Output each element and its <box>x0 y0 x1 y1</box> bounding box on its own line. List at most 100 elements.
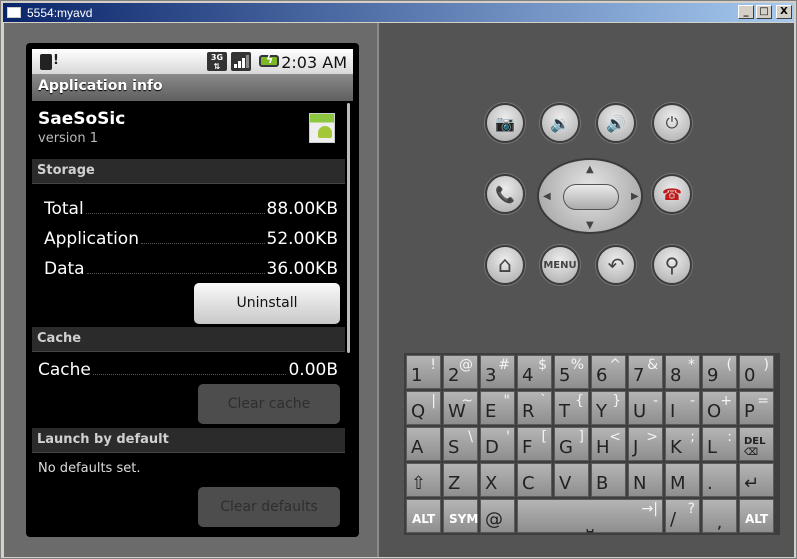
key-1-0[interactable]: Q | <box>406 391 441 425</box>
clear-defaults-button[interactable]: Clear defaults <box>198 487 340 527</box>
key-1-4[interactable]: T{ <box>554 391 589 425</box>
dpad-right-icon[interactable]: ▶ <box>631 191 639 202</box>
cache-header: Cache <box>32 327 345 352</box>
key-sym[interactable]: SYM <box>443 499 478 533</box>
key-3-3[interactable]: C <box>517 463 552 497</box>
key-2-4[interactable]: G] <box>554 427 589 461</box>
key-3-1[interactable]: Z <box>443 463 478 497</box>
dpad-center-button[interactable] <box>563 184 619 210</box>
key-3-2[interactable]: X <box>480 463 515 497</box>
key-3-7[interactable]: M <box>665 463 700 497</box>
emulator-window: 5554:myavd _ □ X 3G⇅ 2:03 AM <box>0 0 797 559</box>
key-3-8[interactable]: . <box>702 463 737 497</box>
power-icon: ⏻ <box>665 113 679 132</box>
dot-leader <box>85 213 265 214</box>
keyboard-row: 1! 2 @3 #4 $5% 6 ^ 7 & 8 * 9(0) <box>406 355 778 389</box>
dpad-down-icon[interactable]: ▼ <box>586 220 594 231</box>
key-1-1[interactable]: W ~ <box>443 391 478 425</box>
call-icon: 📞 <box>495 184 515 204</box>
key-0-6[interactable]: 7 & <box>628 355 663 389</box>
key-0-8[interactable]: 9( <box>702 355 737 389</box>
home-button[interactable]: ⌂ <box>485 245 525 285</box>
key-1-2[interactable]: E " <box>480 391 515 425</box>
app-name: SaeSoSic <box>38 109 126 129</box>
back-icon: ↶ <box>607 253 625 277</box>
key-2-6[interactable]: J > <box>628 427 663 461</box>
key-2-0[interactable]: A <box>406 427 441 461</box>
window-icon <box>7 7 21 18</box>
key-slash[interactable]: /? <box>665 499 700 533</box>
key-2-2[interactable]: D ' <box>480 427 515 461</box>
cache-value: 0.00B <box>288 360 338 380</box>
key-1-6[interactable]: U- <box>628 391 663 425</box>
key-3-9[interactable]: ↵ <box>739 463 774 497</box>
sd-card-warning-icon <box>40 53 59 70</box>
launch-default-header: Launch by default <box>32 428 345 453</box>
cache-label: Cache <box>38 360 91 380</box>
uninstall-button[interactable]: Uninstall <box>194 282 340 324</box>
phone-frame: 3G⇅ 2:03 AM Application info SaeSoSic ve… <box>26 43 359 537</box>
volume-down-button[interactable]: 🔉 <box>540 103 580 143</box>
key-3-6[interactable]: N <box>628 463 663 497</box>
key-0-4[interactable]: 5% <box>554 355 589 389</box>
close-button[interactable]: X <box>776 5 792 19</box>
storage-label: Total <box>44 199 84 219</box>
key-1-7[interactable]: I- <box>665 391 700 425</box>
key-2-5[interactable]: H < <box>591 427 626 461</box>
dpad-up-icon[interactable]: ▲ <box>586 164 594 175</box>
key-0-3[interactable]: 4 $ <box>517 355 552 389</box>
no-defaults-text: No defaults set. <box>38 461 141 476</box>
key-space[interactable]: ⎵ →| <box>517 499 663 533</box>
key-3-0[interactable]: ⇧ <box>406 463 441 497</box>
clear-cache-button[interactable]: Clear cache <box>198 384 340 424</box>
key-0-1[interactable]: 2 @ <box>443 355 478 389</box>
call-button[interactable]: 📞 <box>485 174 525 214</box>
key-2-9[interactable]: DEL ⌫ <box>739 427 774 461</box>
key-3-4[interactable]: V <box>554 463 589 497</box>
app-info-content[interactable]: SaeSoSic version 1 Storage Total 88.00KB … <box>32 101 353 529</box>
keyboard-row: A S \ D ' F[G] H < J > K; L: DEL ⌫ <box>406 427 778 461</box>
menu-label: MENU <box>543 259 577 271</box>
back-button[interactable]: ↶ <box>596 245 636 285</box>
key-1-5[interactable]: Y} <box>591 391 626 425</box>
key-comma[interactable]: , <box>702 499 737 533</box>
3g-data-icon: 3G ⇅ <box>207 52 227 71</box>
status-bar[interactable]: 3G⇅ 2:03 AM <box>32 49 353 74</box>
power-button[interactable]: ⏻ <box>652 103 692 143</box>
dpad[interactable]: ▲ ▼ ◀ ▶ <box>537 158 643 234</box>
title-bar[interactable]: 5554:myavd _ □ X <box>3 3 794 22</box>
menu-button[interactable]: MENU <box>540 245 580 285</box>
maximize-button[interactable]: □ <box>756 5 772 19</box>
end-call-button[interactable]: ☎ <box>652 174 692 214</box>
key-alt-left[interactable]: ALT <box>406 499 441 533</box>
storage-value: 88.00KB <box>266 199 338 219</box>
key-2-7[interactable]: K; <box>665 427 700 461</box>
key-alt-right[interactable]: ALT <box>739 499 774 533</box>
key-0-9[interactable]: 0) <box>739 355 774 389</box>
minimize-button[interactable]: _ <box>738 5 754 19</box>
app-version: version 1 <box>38 131 99 146</box>
key-1-9[interactable]: P = <box>739 391 774 425</box>
phone-screen[interactable]: 3G⇅ 2:03 AM Application info SaeSoSic ve… <box>32 49 353 529</box>
search-button[interactable]: ⚲ <box>652 245 692 285</box>
volume-up-button[interactable]: 🔊 <box>596 103 636 143</box>
key-0-0[interactable]: 1! <box>406 355 441 389</box>
key-0-5[interactable]: 6 ^ <box>591 355 626 389</box>
key-2-1[interactable]: S \ <box>443 427 478 461</box>
key-2-8[interactable]: L: <box>702 427 737 461</box>
dot-leader <box>92 374 287 375</box>
key-2-3[interactable]: F[ <box>517 427 552 461</box>
key-1-3[interactable]: R ` <box>517 391 552 425</box>
keyboard-row: ⇧ Z X C V B N M. ↵ <box>406 463 778 497</box>
end-call-icon: ☎ <box>662 184 682 204</box>
camera-button[interactable]: 📷 <box>485 103 525 143</box>
scrollbar[interactable] <box>347 103 350 353</box>
key-0-7[interactable]: 8 * <box>665 355 700 389</box>
dpad-left-icon[interactable]: ◀ <box>543 191 551 202</box>
key-0-2[interactable]: 3 # <box>480 355 515 389</box>
key-3-5[interactable]: B <box>591 463 626 497</box>
hardware-controls-pane: 📷 🔉 🔊 ⏻ 📞 ▲ ▼ ◀ ▶ ☎ ⌂ MENU ↶ ⚲ 1! 2 @3 #4 $5… <box>382 23 794 557</box>
key-at[interactable]: @ <box>480 499 515 533</box>
battery-charging-icon <box>259 53 279 67</box>
key-1-8[interactable]: O + <box>702 391 737 425</box>
